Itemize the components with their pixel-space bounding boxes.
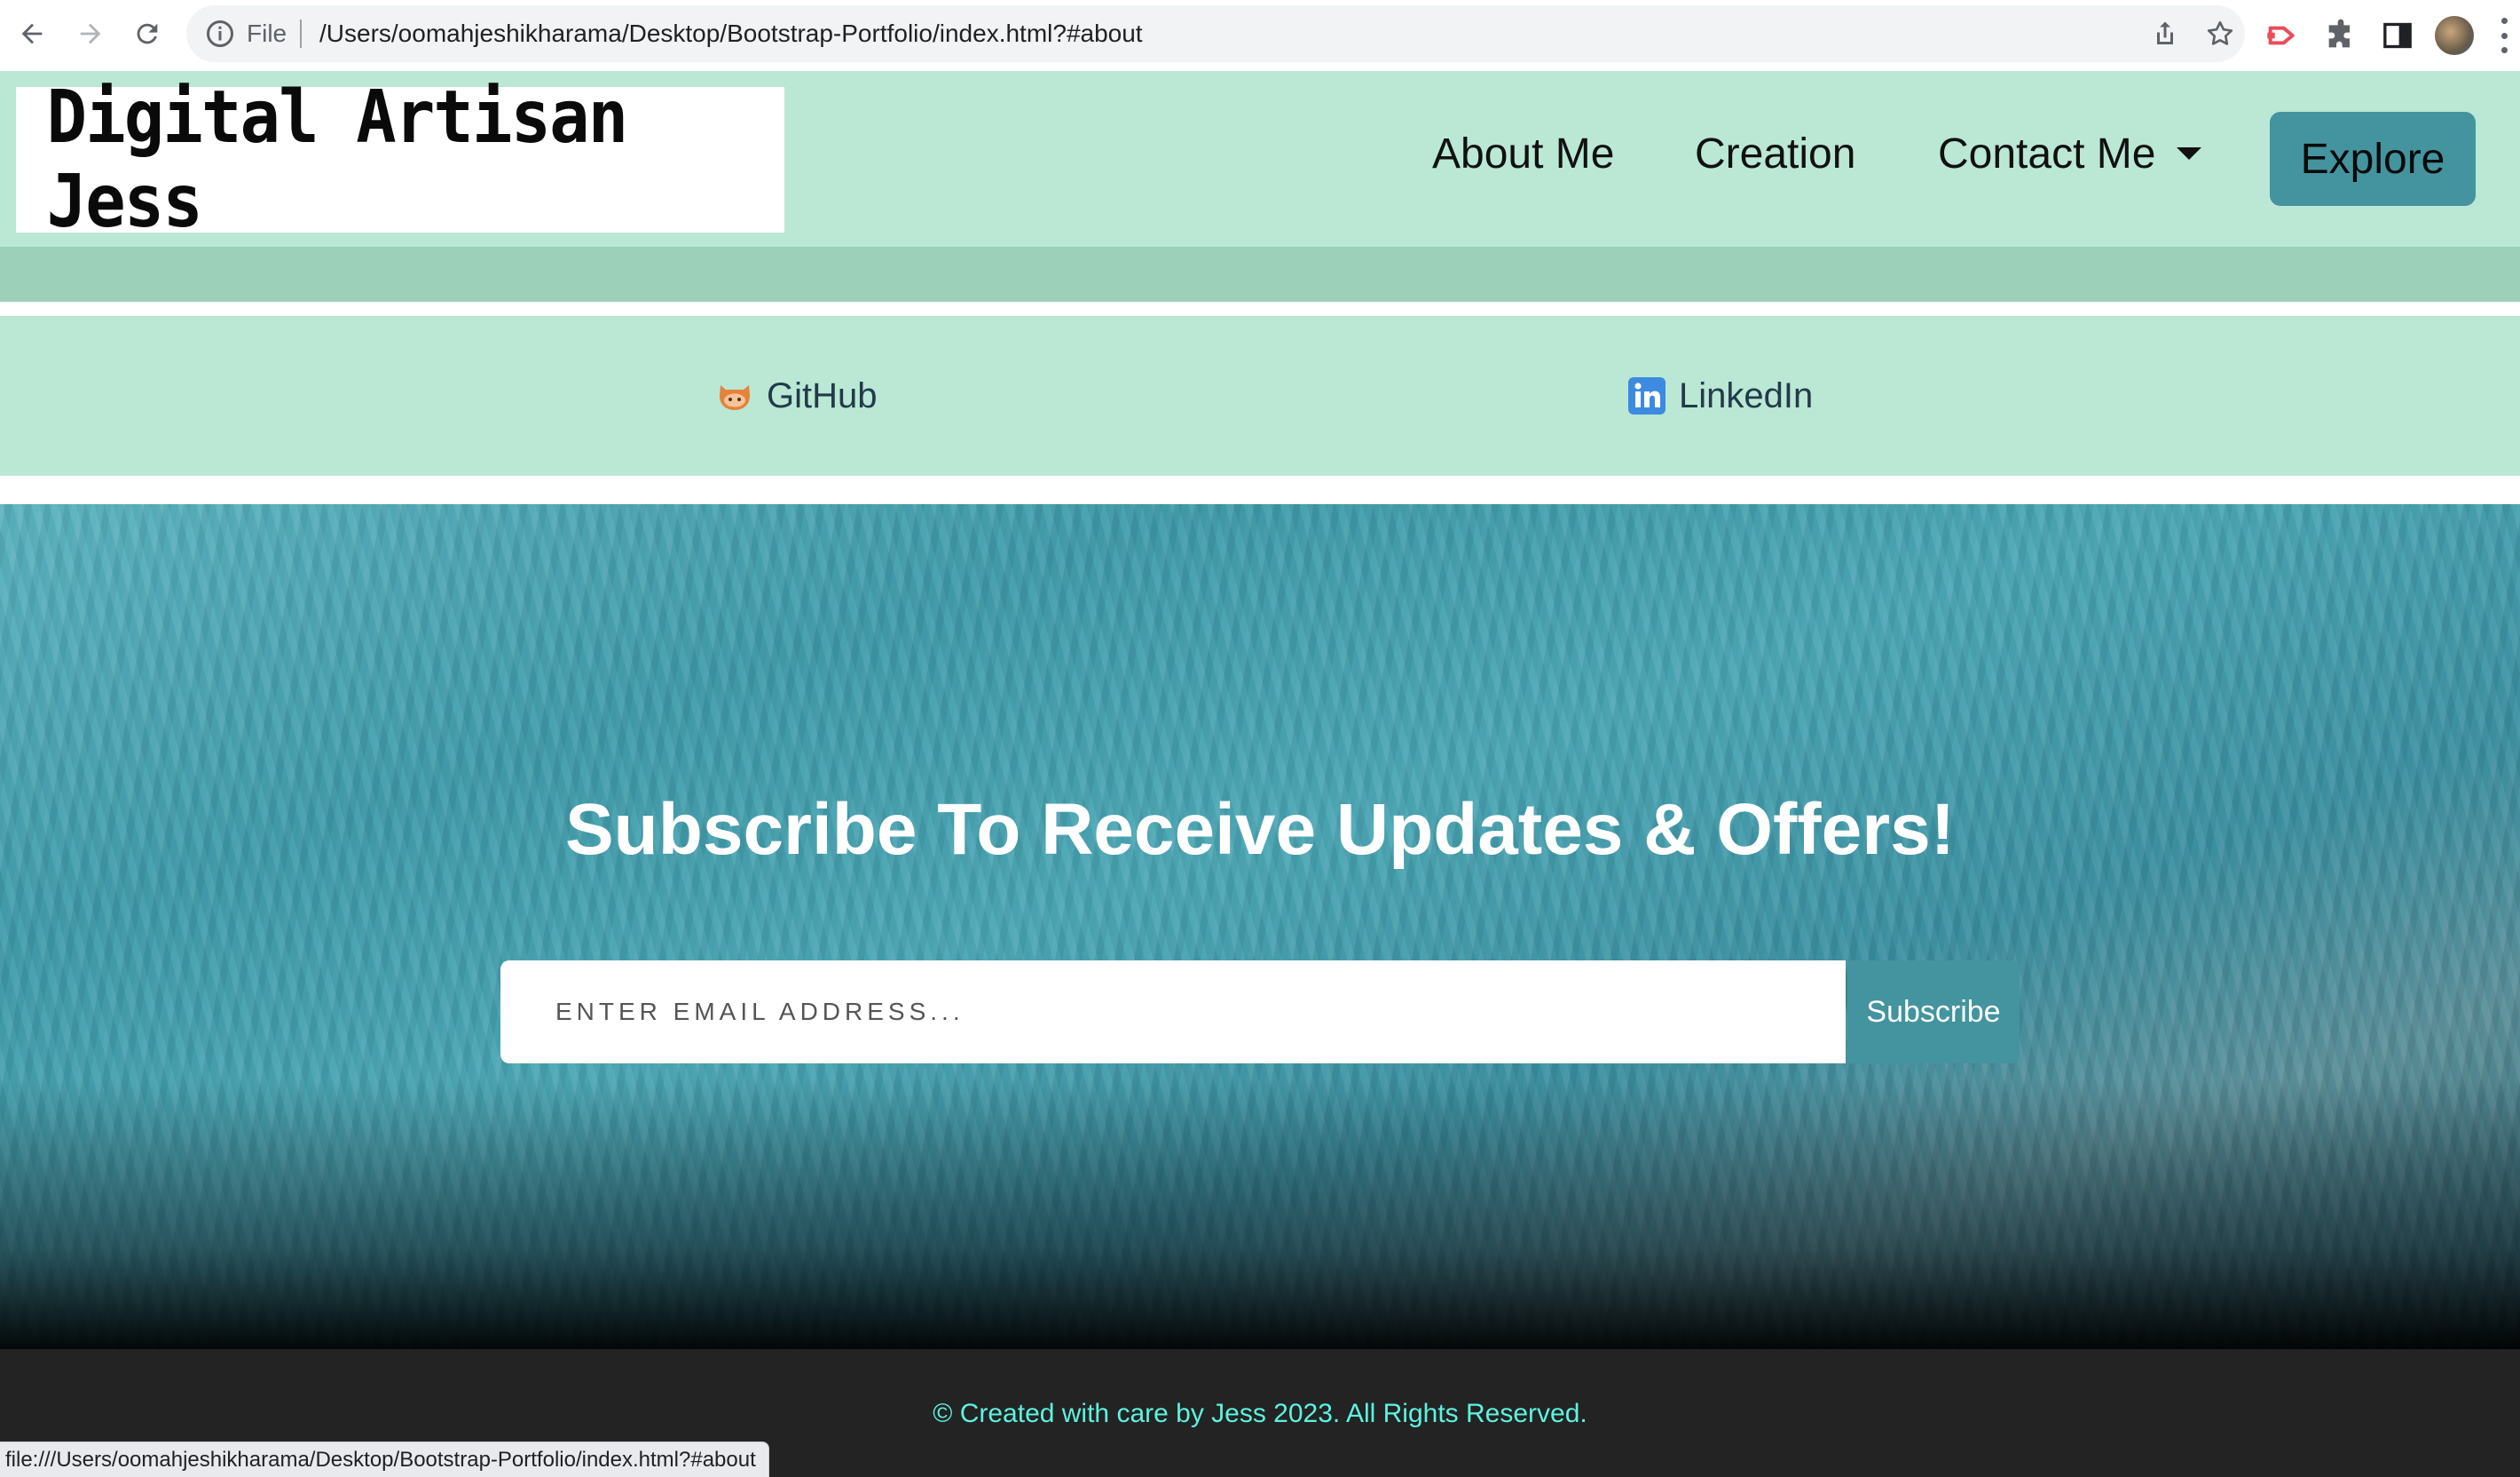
section-divider-band [0,247,2520,302]
forward-button[interactable] [71,14,110,53]
back-icon [21,23,43,44]
reload-icon [137,23,158,44]
nav-link-about[interactable]: About Me [1432,130,1614,178]
puzzle-extensions-icon[interactable] [2323,18,2359,53]
subscribe-hero: Subscribe To Receive Updates & Offers! S… [0,504,2520,1349]
omnibox-divider [300,20,302,48]
back-button[interactable] [12,14,51,53]
brand-title[interactable]: Digital Artisan Jess [47,75,754,244]
reload-button[interactable] [128,14,167,53]
url-text[interactable]: /Users/oomahjeshikharama/Desktop/Bootstr… [319,5,1143,62]
side-panel-icon[interactable] [2380,18,2415,53]
subscribe-button[interactable]: Subscribe [1847,960,2020,1063]
scheme-label: File [247,20,287,47]
share-icon[interactable] [2149,18,2181,50]
info-icon[interactable] [204,18,236,50]
status-bar-url: file:///Users/oomahjeshikharama/Desktop/… [0,1441,769,1477]
profile-avatar[interactable] [2435,16,2474,55]
nav-link-creation[interactable]: Creation [1695,130,1855,178]
brand-logo-box[interactable]: Digital Artisan Jess [16,75,784,244]
browser-toolbar: File /Users/oomahjeshikharama/Desktop/Bo… [0,0,2520,71]
github-label: GitHub [767,375,878,415]
footer-copyright: © Created with care by Jess 2023. All Ri… [933,1399,1587,1428]
site-navbar: Digital Artisan Jess About Me Creation C… [0,71,2520,247]
subscribe-title: Subscribe To Receive Updates & Offers! [564,789,1956,870]
linkedin-icon [1628,377,1666,415]
github-link[interactable]: GitHub [713,316,878,476]
linkedin-link[interactable]: LinkedIn [1626,316,1813,476]
address-bar[interactable]: File /Users/oomahjeshikharama/Desktop/Bo… [186,5,2245,62]
forward-icon [80,23,101,44]
linkedin-label: LinkedIn [1679,375,1814,415]
extension-red-icon[interactable] [2264,18,2300,53]
kebab-menu-icon[interactable] [2499,18,2509,53]
social-links-section: GitHub LinkedIn [0,316,2520,476]
bookmark-star-icon[interactable] [2204,18,2236,50]
github-icon [720,385,750,410]
email-input[interactable] [500,960,1846,1063]
nav-dropdown-contact[interactable]: Contact Me [1938,130,2202,178]
explore-button[interactable]: Explore [2270,112,2476,206]
chevron-down-icon [2177,147,2202,161]
nav-link-contact-label: Contact Me [1938,130,2156,178]
